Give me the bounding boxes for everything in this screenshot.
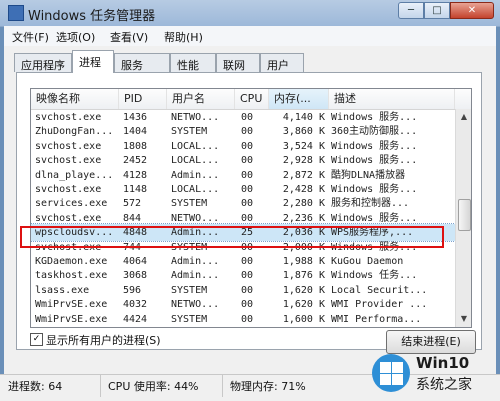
process-list[interactable]: 映像名称 PID 用户名 CPU 内存(... 描述 svchost.exe 14…: [30, 88, 472, 328]
minimize-button[interactable]: ─: [398, 2, 424, 19]
column-pid[interactable]: PID: [119, 89, 167, 109]
cell-cpu: 00: [241, 313, 254, 325]
tab-networking[interactable]: 联网: [216, 53, 260, 72]
tab-performance[interactable]: 性能: [170, 53, 216, 72]
status-divider: [100, 375, 101, 397]
checkbox-check-icon[interactable]: ✓: [30, 333, 43, 346]
cell-description: WMI Performa...: [331, 313, 422, 325]
status-divider: [222, 375, 223, 397]
window-title: Windows 任务管理器: [28, 9, 156, 24]
column-description[interactable]: 描述: [329, 89, 455, 109]
cell-image-name: WmiPrvSE.exe: [35, 313, 108, 325]
menu-options[interactable]: 选项(O): [56, 29, 95, 45]
cell-username: SYSTEM: [171, 313, 208, 325]
process-row[interactable]: WmiPrvSE.exe 4424 SYSTEM 00 1,600 K WMI Perfo…: [31, 311, 471, 327]
status-process-count: 进程数: 64: [8, 380, 63, 393]
close-button[interactable]: ✕: [450, 2, 494, 19]
menu-file[interactable]: 文件(F): [12, 29, 49, 45]
task-manager-icon: [8, 5, 24, 21]
scroll-thumb[interactable]: [458, 199, 471, 231]
menu-help[interactable]: 帮助(H): [164, 29, 203, 45]
cell-pid: 4424: [123, 313, 148, 325]
title-bar[interactable]: Windows 任务管理器 ─ □ ✕: [0, 0, 500, 27]
watermark-title: Win10: [416, 354, 470, 372]
column-cpu[interactable]: CPU: [235, 89, 269, 109]
column-image-name[interactable]: 映像名称: [31, 89, 119, 109]
tab-processes[interactable]: 进程: [72, 50, 114, 73]
status-cpu-usage: CPU 使用率: 44%: [108, 380, 199, 393]
show-all-users-label: 显示所有用户的进程(S): [46, 334, 161, 347]
watermark-subtitle: 系统之家: [416, 377, 472, 393]
tab-users[interactable]: 用户: [260, 53, 304, 72]
scroll-up-arrow-icon[interactable]: ▲: [456, 109, 471, 125]
status-memory: 物理内存: 71%: [230, 380, 306, 393]
windows-logo-icon: [372, 354, 410, 392]
tab-applications[interactable]: 应用程序: [14, 53, 72, 72]
menu-view[interactable]: 查看(V): [110, 29, 148, 45]
cell-memory: 1,600 K: [282, 313, 325, 325]
task-manager-window: Windows 任务管理器 ─ □ ✕ 文件(F) 选项(O) 查看(V) 帮助…: [0, 0, 500, 401]
column-memory[interactable]: 内存(...: [269, 89, 329, 109]
scroll-down-arrow-icon[interactable]: ▼: [456, 311, 471, 327]
tab-services[interactable]: 服务: [114, 53, 170, 72]
column-headers: 映像名称 PID 用户名 CPU 内存(... 描述: [31, 89, 471, 110]
win10-watermark: Win10 系统之家: [372, 350, 496, 396]
menu-bar: 文件(F) 选项(O) 查看(V) 帮助(H): [4, 26, 496, 46]
maximize-button[interactable]: □: [424, 2, 450, 19]
column-username[interactable]: 用户名: [167, 89, 235, 109]
vertical-scrollbar[interactable]: ▲ ▼: [455, 109, 471, 327]
